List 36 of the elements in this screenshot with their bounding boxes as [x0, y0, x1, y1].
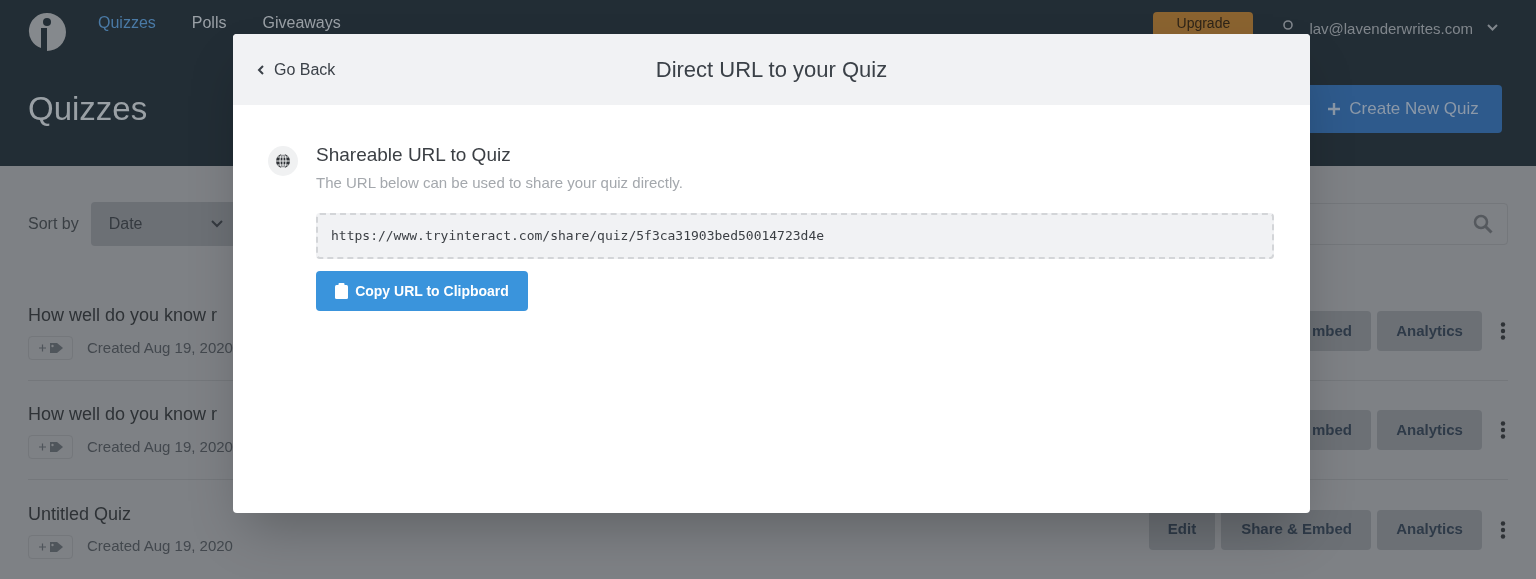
modal-title: Direct URL to your Quiz — [655, 56, 888, 84]
analytics-button[interactable]: Analytics — [1377, 410, 1482, 450]
more-options-icon[interactable] — [1500, 322, 1506, 340]
created-date: Created Aug 19, 2020 — [87, 436, 233, 457]
page-title: Quizzes — [28, 89, 148, 130]
add-tag-button[interactable] — [28, 336, 73, 360]
globe-icon — [268, 146, 298, 176]
created-date: Created Aug 19, 2020 — [87, 536, 233, 557]
share-embed-button[interactable]: Share & Embed — [1221, 509, 1371, 550]
more-options-icon[interactable] — [1500, 520, 1506, 539]
chevron-left-icon — [257, 64, 264, 75]
nav-link[interactable]: Polls — [191, 14, 227, 32]
search-icon — [1473, 214, 1493, 234]
go-back-link[interactable]: Go Back — [233, 57, 343, 82]
more-options-icon[interactable] — [1500, 421, 1506, 439]
chevron-down-icon — [1487, 24, 1498, 31]
section-description: The URL below can be used to share your quiz directly. — [316, 172, 684, 193]
analytics-button[interactable]: Analytics — [1377, 311, 1482, 351]
url-field[interactable]: https://www.tryinteract.com/share/quiz/5f3ca31903bed50014723d4e — [316, 213, 1274, 259]
nav-link[interactable]: Giveaways — [262, 14, 341, 32]
created-date: Created Aug 19, 2020 — [87, 337, 233, 358]
section-title: Shareable URL to Quiz — [316, 143, 512, 167]
clipboard-icon — [335, 283, 349, 299]
plus-tag-icon — [37, 441, 64, 453]
plus-tag-icon — [37, 540, 64, 553]
add-tag-button[interactable] — [28, 435, 73, 459]
chevron-down-icon — [210, 220, 223, 228]
plus-tag-icon — [37, 342, 64, 354]
logo-icon[interactable] — [28, 12, 66, 52]
nav-link[interactable]: Quizzes — [98, 14, 156, 32]
copy-url-button[interactable]: Copy URL to Clipboard — [316, 271, 528, 311]
add-tag-button[interactable] — [28, 534, 73, 559]
user-email[interactable]: lav@lavenderwrites.com — [1309, 18, 1473, 41]
plus-icon — [1327, 102, 1342, 116]
analytics-button[interactable]: Analytics — [1377, 509, 1482, 550]
sort-label: Sort by — [28, 214, 79, 234]
